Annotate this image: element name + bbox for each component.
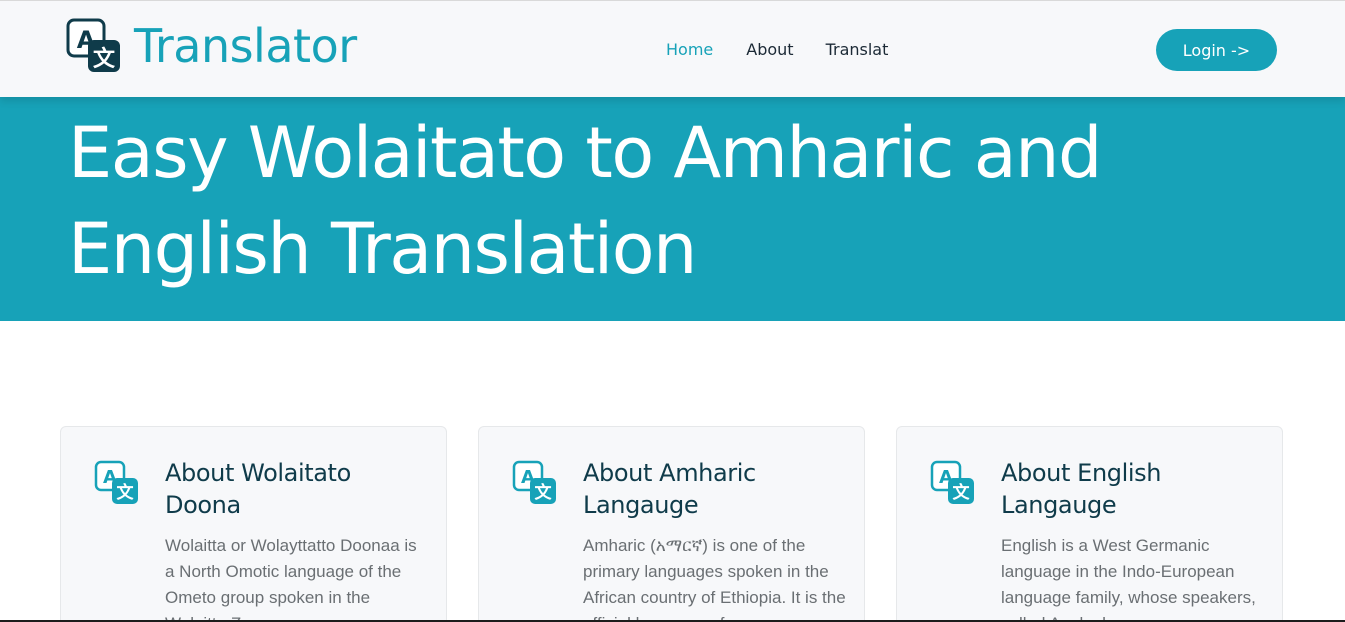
card-amharic: A 文 About Amharic Langauge Amharic (አማርኛ… [478,426,865,622]
login-button[interactable]: Login -> [1156,29,1277,71]
svg-text:文: 文 [93,46,116,72]
translate-icon: A 文 [930,460,974,504]
card-text: Wolaitta or Wolayttatto Doonaa is a Nort… [165,536,417,622]
card-text: English is a West Germanic language in t… [1001,536,1256,622]
card-title: About English Langauge [1001,459,1162,519]
card-title: About Amharic Langauge [583,459,756,519]
svg-text:文: 文 [117,482,135,503]
brand-link[interactable]: A 文 Translator [66,18,357,74]
card-title: About Wolaitato Doona [165,459,351,519]
nav-translate[interactable]: Translat [826,39,889,61]
nav-about[interactable]: About [746,39,793,61]
translate-icon: A 文 [66,18,120,72]
translate-icon: A 文 [94,460,138,504]
main-nav: Home About Translat [666,39,888,61]
card-english: A 文 About English Langauge English is a … [896,426,1283,622]
nav-home[interactable]: Home [666,39,713,61]
hero-title: Easy Wolaitato to Amharic and English Tr… [68,112,1102,290]
svg-text:文: 文 [953,482,971,503]
translate-icon: A 文 [512,460,556,504]
navbar: A 文 Translator Home About Translat Login… [0,0,1345,97]
brand-name: Translator [134,19,357,73]
card-wolaitato: A 文 About Wolaitato Doona Wolaitta or Wo… [60,426,447,622]
hero-banner: Easy Wolaitato to Amharic and English Tr… [0,97,1345,321]
card-text: Amharic (አማርኛ) is one of the primary lan… [583,536,846,622]
svg-text:文: 文 [535,482,553,503]
